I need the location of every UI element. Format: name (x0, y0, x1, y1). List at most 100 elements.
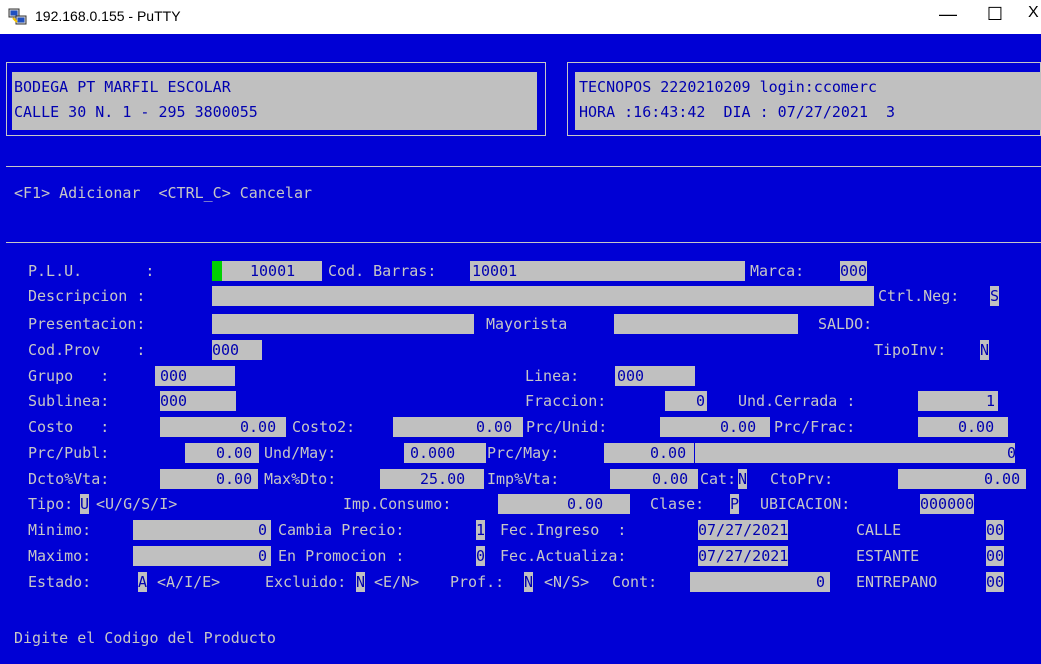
clase-label: Clase: (650, 495, 705, 513)
function-keys-hint: <F1> Adicionar <CTRL_C> Cancelar (14, 184, 313, 202)
cambiaprecio-field[interactable]: 1 (476, 520, 486, 540)
prof-label: Prof.: (450, 573, 505, 591)
presentacion-tag: Mayorista (486, 315, 568, 333)
estante-field[interactable]: 00 (986, 546, 1005, 566)
excluido-label: Excluido: (265, 573, 347, 591)
prof-field[interactable]: N (524, 572, 534, 592)
marca-field[interactable]: 000 (840, 261, 868, 281)
linea-value: 000 (617, 367, 645, 385)
tipo-options: <U/G/S/I> (96, 495, 178, 513)
maximize-button[interactable]: ☐ (975, 4, 1015, 30)
undmay-value: 0.000 (410, 444, 456, 462)
ubicacion-field[interactable]: 000000 (920, 494, 975, 514)
fraccion-value: 0 (696, 392, 706, 410)
fecingreso-field[interactable]: 07/27/2021 (698, 520, 789, 540)
ctoprv-label: CtoPrv: (770, 470, 834, 488)
session-clock: HORA :16:43:42 DIA : 07/27/2021 3 (579, 103, 896, 121)
cont-value: 0 (816, 573, 826, 591)
impconsumo-field[interactable] (498, 494, 630, 514)
undmay-label: Und/May: (264, 444, 337, 462)
costo-label: Costo : (28, 418, 110, 436)
plu-label: P.L.U. : (28, 262, 155, 280)
undcerrada-label: Und.Cerrada : (738, 392, 856, 410)
barcode-value: 10001 (472, 262, 518, 280)
barcode-label: Cod. Barras: (328, 262, 437, 280)
status-message: Digite el Codigo del Producto (14, 629, 276, 647)
linea-label: Linea: (525, 367, 580, 385)
estante-label: ESTANTE (856, 547, 920, 565)
cambiaprecio-label: Cambia Precio: (278, 521, 405, 539)
enpromocion-label: En Promocion : (278, 547, 405, 565)
prcfrac-value: 0.00 (958, 418, 995, 436)
estado-field[interactable]: A (138, 572, 148, 592)
prcunid-value: 0.00 (720, 418, 757, 436)
dctovta-value: 0.00 (216, 470, 253, 488)
codprov-label: Cod.Prov : (28, 341, 146, 359)
tipoinv-field[interactable]: N (980, 340, 990, 360)
sublinea-value: 000 (160, 392, 188, 410)
estado-options: <A/I/E> (157, 573, 221, 591)
descripcion-field[interactable] (212, 286, 874, 306)
entrepano-field[interactable]: 00 (986, 572, 1005, 592)
estado-label: Estado: (28, 573, 92, 591)
divider-middle (6, 242, 1041, 243)
close-button[interactable]: X (1028, 4, 1041, 30)
excluido-field[interactable]: N (356, 572, 366, 592)
entrepano-label: ENTREPANO (856, 573, 938, 591)
fecactualiza-field[interactable]: 07/27/2021 (698, 546, 789, 566)
prcpubl-label: Prc/Publ: (28, 444, 110, 462)
prcunid-label: Prc/Unid: (526, 418, 608, 436)
system-info: TECNOPOS 2220210209 login:ccomerc (579, 78, 878, 96)
prcpubl-value: 0.00 (216, 444, 253, 462)
marca-label: Marca: (750, 262, 805, 280)
company-address: CALLE 30 N. 1 - 295 3800055 (14, 103, 258, 121)
saldo-label: SALDO: (818, 315, 873, 333)
ctrlneg-field[interactable]: S (990, 286, 1000, 306)
sublinea-label: Sublinea: (28, 392, 110, 410)
enpromocion-field[interactable]: 0 (476, 546, 486, 566)
cont-field[interactable] (690, 572, 830, 592)
descripcion-label: Descripcion : (28, 287, 146, 305)
minimo-value: 0 (258, 521, 268, 539)
cat-field[interactable]: N (738, 469, 748, 489)
cat-label: Cat: (700, 470, 737, 488)
text-cursor (212, 261, 222, 281)
window-title: 192.168.0.155 - PuTTY (35, 8, 181, 24)
ctoprv-value: 0.00 (984, 470, 1021, 488)
dctovta-label: Dcto%Vta: (28, 470, 110, 488)
tipo-field[interactable]: U (80, 494, 90, 514)
clase-field[interactable]: P (730, 494, 740, 514)
costo2-label: Costo2: (292, 418, 356, 436)
calle-field[interactable]: 00 (986, 520, 1005, 540)
fraccion-label: Fraccion: (525, 392, 607, 410)
impvta-label: Imp%Vta: (487, 470, 560, 488)
costo-value: 0.00 (240, 418, 277, 436)
fecactualiza-label: Fec.Actualiza: (500, 547, 627, 565)
maximo-value: 0 (258, 547, 268, 565)
minimize-button[interactable]: — (928, 4, 968, 30)
company-name: BODEGA PT MARFIL ESCOLAR (14, 78, 231, 96)
divider-top (6, 166, 1041, 167)
undcerrada-value: 1 (986, 392, 996, 410)
close-icon: X (1028, 4, 1039, 21)
putty-icon (8, 8, 27, 25)
maxdto-label: Max%Dto: (264, 470, 337, 488)
minimo-label: Minimo: (28, 521, 92, 539)
minimo-field[interactable] (133, 520, 271, 540)
window-titlebar[interactable]: 192.168.0.155 - PuTTY — ☐ X (0, 0, 1041, 34)
extra-price-field[interactable] (695, 443, 1015, 463)
minimize-icon: — (939, 4, 957, 24)
grupo-label: Grupo : (28, 367, 110, 385)
prcmay-value: 0.00 (650, 444, 687, 462)
terminal-screen[interactable]: BODEGA PT MARFIL ESCOLAR CALLE 30 N. 1 -… (0, 34, 1041, 664)
prcmay-label: Prc/May: (487, 444, 560, 462)
maximo-label: Maximo: (28, 547, 92, 565)
ubicacion-label: UBICACION: (760, 495, 851, 513)
plu-value: 10001 (250, 262, 296, 280)
maxdto-value: 25.00 (420, 470, 466, 488)
prcfrac-label: Prc/Frac: (774, 418, 856, 436)
cont-label: Cont: (612, 573, 658, 591)
costo2-value: 0.00 (476, 418, 513, 436)
maximo-field[interactable] (133, 546, 271, 566)
excluido-options: <E/N> (374, 573, 420, 591)
